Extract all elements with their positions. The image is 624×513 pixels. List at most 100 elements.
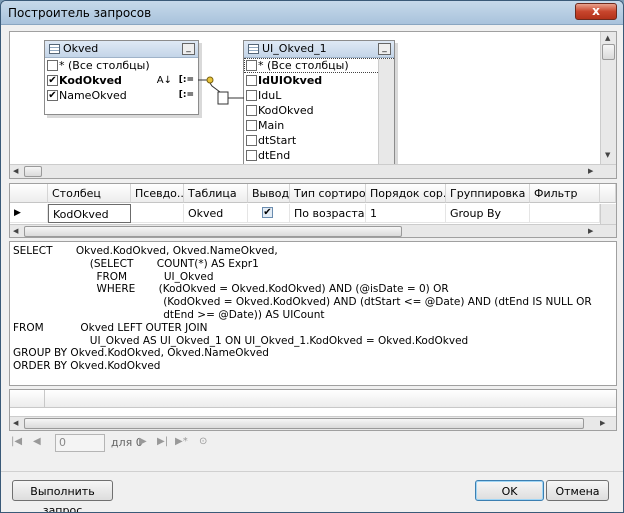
grid-header-sort-order[interactable]: Порядок сор...	[366, 184, 446, 203]
table-okved[interactable]: Okved _ * (Все столбцы) ✔ KodOkved A↓ [:= ✔ Na…	[44, 40, 199, 115]
column-row[interactable]: Main	[244, 118, 394, 133]
last-record-icon[interactable]: ▶|	[157, 436, 168, 447]
sort-ascending-icon: A↓	[156, 75, 172, 86]
table-icon	[49, 44, 60, 54]
sql-line[interactable]: (SELECT COUNT(*) AS Expr1	[13, 258, 259, 271]
grid-cell-sort-order[interactable]: 1	[366, 204, 446, 223]
minimize-icon[interactable]: _	[378, 43, 391, 55]
column-label: IduL	[258, 89, 282, 102]
column-checkbox[interactable]	[246, 90, 257, 101]
table-okved-columns: * (Все столбцы) ✔ KodOkved A↓ [:= ✔ NameOkved[…	[45, 58, 198, 103]
grid-cell-column[interactable]: KodOkved	[48, 204, 131, 223]
column-label: * (Все столбцы)	[258, 59, 349, 72]
diagram-pane[interactable]: Okved _ * (Все столбцы) ✔ KodOkved A↓ [:= ✔ Na…	[9, 31, 617, 179]
grid-horizontal-scrollbar[interactable]: ◀ ▶	[10, 224, 616, 237]
row-selector-icon[interactable]: ▶	[10, 204, 48, 223]
record-navigator: |◀ ◀ 0 для 0 ▶ ▶| ▶* ⊙	[9, 434, 309, 452]
sql-line[interactable]: dtEnd >= @Date)) AS UICount	[13, 309, 324, 322]
column-label: Main	[258, 119, 285, 132]
first-record-icon[interactable]: |◀	[11, 436, 22, 447]
column-label: IdUIOkved	[258, 74, 323, 87]
group-by-icon: [:=	[178, 90, 194, 100]
column-row[interactable]: IduL	[244, 88, 394, 103]
column-label: KodOkved	[59, 74, 122, 87]
footer-divider	[1, 471, 623, 472]
results-horizontal-scrollbar[interactable]: ◀ ▶	[10, 416, 616, 430]
column-checkbox[interactable]: ✔	[47, 90, 58, 101]
sql-line[interactable]: FROM UI_Okved	[13, 271, 213, 284]
grid-header-filter[interactable]: Фильтр	[530, 184, 600, 203]
table-ui-okved-1-scrollbar[interactable]	[378, 59, 394, 169]
join-line[interactable]	[198, 72, 246, 112]
group-by-icon: [:=	[178, 75, 194, 85]
diagram-horizontal-scrollbar[interactable]: ◀ ▶	[10, 164, 616, 178]
new-record-icon[interactable]: ▶*	[175, 436, 188, 447]
grid-row-header	[10, 184, 48, 203]
record-number-input[interactable]: 0	[55, 434, 105, 452]
minimize-icon[interactable]: _	[182, 43, 195, 55]
title-bar[interactable]: Построитель запросов x	[1, 1, 623, 25]
column-label: dtStart	[258, 134, 297, 147]
sql-pane[interactable]: SELECT Okved.KodOkved, Okved.NameOkved, …	[9, 241, 617, 386]
sql-line[interactable]: FROM Okved LEFT OUTER JOIN	[13, 322, 207, 335]
column-checkbox[interactable]	[246, 135, 257, 146]
column-row[interactable]: KodOkved	[244, 103, 394, 118]
sql-line[interactable]: (KodOkved = Okved.KodOkved) AND (dtStart…	[13, 296, 591, 309]
grid-header-grouping[interactable]: Группировка	[446, 184, 530, 203]
grid-header-column[interactable]: Столбец	[48, 184, 131, 203]
table-okved-header[interactable]: Okved _	[45, 41, 198, 58]
column-row[interactable]: dtEnd	[244, 148, 394, 163]
grid-header-output[interactable]: Вывод	[248, 184, 290, 203]
column-checkbox[interactable]	[246, 150, 257, 161]
execute-query-button[interactable]: Выполнить запрос	[12, 480, 113, 512]
column-row[interactable]: ✔ NameOkved [:=	[45, 88, 198, 103]
close-button[interactable]: x	[575, 3, 617, 20]
sql-line[interactable]: SELECT Okved.KodOkved, Okved.NameOkved,	[13, 245, 278, 258]
column-checkbox[interactable]	[47, 60, 58, 71]
grid-vertical-scrollbar[interactable]	[600, 204, 616, 224]
column-row[interactable]: ✔ KodOkved A↓ [:=	[45, 73, 198, 88]
grid-cell-grouping[interactable]: Group By	[446, 204, 530, 223]
table-ui-okved-1[interactable]: UI_Okved_1 _ * (Все столбцы) IdUIOkved Idu…	[243, 40, 395, 170]
grid-cell-filter[interactable]	[530, 204, 600, 223]
diagram-vertical-scrollbar[interactable]: ▲ ▼	[600, 32, 616, 164]
column-checkbox[interactable]	[246, 105, 257, 116]
table-ui-okved-1-title: UI_Okved_1	[262, 42, 327, 55]
grid-cell-alias[interactable]	[131, 204, 184, 223]
query-builder-window: Построитель запросов x Okved _ * (Все ст…	[0, 0, 624, 513]
sql-line[interactable]: WHERE (KodOkved = Okved.KodOkved) AND (@…	[13, 283, 448, 296]
results-pane[interactable]: ◀ ▶	[9, 389, 617, 431]
output-checkbox[interactable]: ✔	[262, 207, 273, 218]
column-checkbox[interactable]: ✔	[47, 75, 58, 86]
grid-header-table[interactable]: Таблица	[184, 184, 248, 203]
grid-header-scroll	[600, 184, 616, 203]
grid-header-sort-type[interactable]: Тип сортиро...	[290, 184, 366, 203]
prev-record-icon[interactable]: ◀	[33, 436, 41, 447]
column-label: dtEnd	[258, 149, 291, 162]
results-header	[10, 390, 616, 408]
table-ui-okved-1-columns: * (Все столбцы) IdUIOkved IduL KodOkved Main…	[244, 58, 394, 163]
cancel-button[interactable]: Отмена	[546, 480, 609, 501]
record-count-label: для 0	[111, 436, 143, 449]
sql-line[interactable]: GROUP BY Okved.KodOkved, Okved.NameOkved	[13, 347, 269, 360]
column-label: * (Все столбцы)	[59, 59, 150, 72]
column-checkbox[interactable]	[246, 60, 257, 71]
column-row[interactable]: * (Все столбцы)	[244, 58, 394, 73]
sql-line[interactable]: UI_Okved AS UI_Okved_1 ON UI_Okved_1.Kod…	[13, 335, 468, 348]
column-row[interactable]: IdUIOkved	[244, 73, 394, 88]
table-icon	[248, 44, 259, 54]
column-row[interactable]: * (Все столбцы)	[45, 58, 198, 73]
grid-cell-table[interactable]: Okved	[184, 204, 248, 223]
column-checkbox[interactable]	[246, 120, 257, 131]
grid-cell-output[interactable]: ✔	[248, 204, 290, 223]
sql-line[interactable]: ORDER BY Okved.KodOkved	[13, 360, 160, 373]
ok-button[interactable]: OK	[475, 480, 544, 501]
table-ui-okved-1-header[interactable]: UI_Okved_1 _	[244, 41, 394, 58]
grid-header-alias[interactable]: Псевдо...	[131, 184, 184, 203]
next-record-icon[interactable]: ▶	[139, 436, 147, 447]
grid-cell-sort-type[interactable]: По возраста...	[290, 204, 366, 223]
column-checkbox[interactable]	[246, 75, 257, 86]
column-row[interactable]: dtStart	[244, 133, 394, 148]
stop-icon[interactable]: ⊙	[199, 436, 207, 447]
criteria-grid[interactable]: Столбец Псевдо... Таблица Вывод Тип сорт…	[9, 183, 617, 238]
